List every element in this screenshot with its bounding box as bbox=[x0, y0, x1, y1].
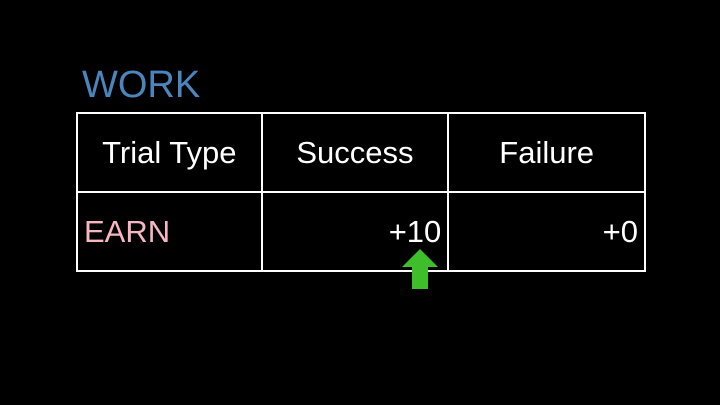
header-success: Success bbox=[260, 112, 450, 193]
slide-title: WORK bbox=[82, 64, 201, 106]
reward-table: Trial Type Success Failure EARN +10 +0 bbox=[76, 112, 646, 272]
row-label-earn: EARN bbox=[76, 191, 263, 272]
cell-failure-value: +0 bbox=[447, 191, 646, 272]
slide: WORK Trial Type Success Failure EARN +10… bbox=[0, 0, 720, 405]
table-header-row: Trial Type Success Failure bbox=[76, 112, 646, 193]
header-failure: Failure bbox=[447, 112, 646, 193]
header-trial-type: Trial Type bbox=[76, 112, 263, 193]
table-row: EARN +10 +0 bbox=[76, 191, 646, 272]
up-arrow-icon bbox=[402, 249, 438, 289]
